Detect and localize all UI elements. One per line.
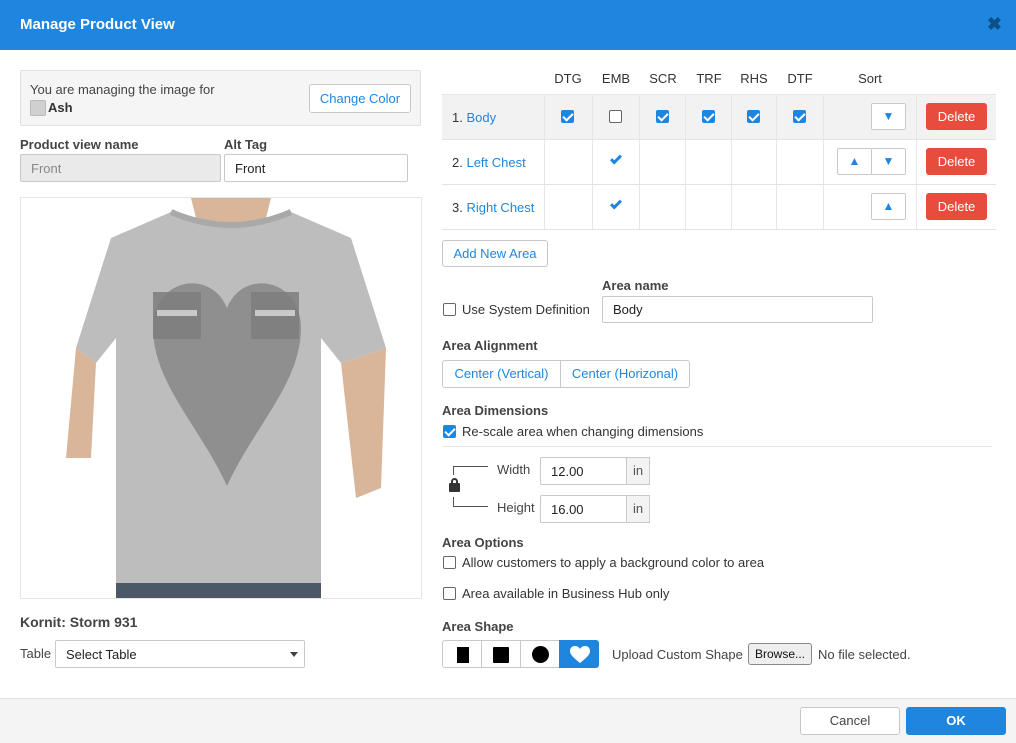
col-sort: Sort <box>858 71 882 86</box>
alt-tag-input[interactable]: Front <box>224 154 408 182</box>
product-image <box>20 197 422 599</box>
row-index: 1. <box>452 110 463 125</box>
chevron-down-icon <box>290 652 298 657</box>
row-index: 3. <box>452 200 463 215</box>
height-input[interactable]: 16.00 <box>540 495 627 523</box>
table-row[interactable]: 3. Right Chest <box>442 185 996 230</box>
upload-custom-shape-label: Upload Custom Shape <box>612 647 743 662</box>
column-separator <box>639 94 640 229</box>
delete-button[interactable]: Delete <box>926 148 987 175</box>
color-name: Ash <box>48 100 73 115</box>
width-label: Width <box>497 462 531 477</box>
column-separator <box>731 94 732 229</box>
alt-tag-label: Alt Tag <box>224 137 268 152</box>
rectangle-icon <box>457 647 469 663</box>
area-name-input[interactable]: Body <box>602 296 873 323</box>
area-name-link[interactable]: Right Chest <box>466 200 534 215</box>
business-hub-option-label: Area available in Business Hub only <box>462 586 670 601</box>
move-up-button[interactable]: ▲ <box>871 193 906 220</box>
shape-circle-button[interactable] <box>520 640 560 668</box>
col-rhs: RHS <box>740 71 768 86</box>
center-horizontal-button[interactable]: Center (Horizonal) <box>560 360 690 388</box>
dialog-header: Manage Product View ✖ <box>0 0 1016 50</box>
lock-bracket-top <box>453 466 488 475</box>
col-trf: TRF <box>696 71 722 86</box>
move-down-button[interactable]: ▼ <box>871 148 906 175</box>
column-separator <box>916 94 917 229</box>
shape-square-button[interactable] <box>481 640 521 668</box>
trf-checkbox[interactable] <box>702 110 715 123</box>
row-index: 2. <box>452 155 463 170</box>
dtf-checkbox[interactable] <box>793 110 806 123</box>
no-file-text: No file selected. <box>818 647 911 662</box>
width-input[interactable]: 12.00 <box>540 457 627 485</box>
table-row[interactable]: 1. Body <box>442 95 996 140</box>
column-separator <box>823 94 824 229</box>
shape-heart-button[interactable] <box>559 640 599 668</box>
move-up-button[interactable]: ▲ <box>837 148 872 175</box>
column-separator <box>544 94 545 229</box>
browse-button[interactable]: Browse... <box>748 643 812 665</box>
lock-icon[interactable] <box>449 478 460 492</box>
col-emb: EMB <box>601 71 631 86</box>
background-color-checkbox[interactable] <box>443 556 456 569</box>
col-dtf: DTF <box>787 71 813 86</box>
color-swatch <box>30 100 46 116</box>
rhs-checkbox[interactable] <box>747 110 760 123</box>
ok-button[interactable]: OK <box>906 707 1006 735</box>
cancel-button[interactable]: Cancel <box>800 707 900 735</box>
square-icon <box>493 647 509 663</box>
area-name-label: Area name <box>602 278 669 293</box>
rescale-checkbox[interactable] <box>443 425 456 438</box>
col-scr: SCR <box>649 71 677 86</box>
table-label: Table <box>20 646 52 661</box>
area-name-link[interactable]: Left Chest <box>466 155 525 170</box>
area-name-link[interactable]: Body <box>466 110 496 125</box>
managing-text: You are managing the image for <box>30 82 215 97</box>
area-alignment-label: Area Alignment <box>442 338 538 353</box>
table-select[interactable]: Select Table <box>55 640 305 668</box>
tshirt-image <box>21 198 421 598</box>
change-color-button[interactable]: Change Color <box>309 84 411 113</box>
height-unit: in <box>626 495 650 523</box>
rescale-label: Re-scale area when changing dimensions <box>462 424 704 439</box>
height-label: Height <box>497 500 535 515</box>
width-unit: in <box>626 457 650 485</box>
lock-bracket-bottom <box>453 497 488 507</box>
area-shape-label: Area Shape <box>442 619 514 634</box>
view-name-label: Product view name <box>20 137 139 152</box>
background-color-option-label: Allow customers to apply a background co… <box>462 555 765 570</box>
column-separator <box>776 94 777 229</box>
heart-icon <box>570 646 590 663</box>
business-hub-checkbox[interactable] <box>443 587 456 600</box>
dtg-checkbox[interactable] <box>561 110 574 123</box>
shape-rectangle-button[interactable] <box>442 640 482 668</box>
move-down-button[interactable]: ▼ <box>871 103 906 130</box>
col-dtg: DTG <box>554 71 582 86</box>
use-system-definition-checkbox[interactable] <box>443 303 456 316</box>
table-select-value: Select Table <box>66 646 137 662</box>
emb-checkbox[interactable] <box>609 110 622 123</box>
area-dimensions-label: Area Dimensions <box>442 403 549 418</box>
view-name-input[interactable]: Front <box>20 154 221 182</box>
scr-checkbox[interactable] <box>656 110 669 123</box>
divider <box>442 446 992 447</box>
close-icon[interactable]: ✖ <box>987 14 1002 35</box>
area-options-label: Area Options <box>442 535 524 550</box>
center-vertical-button[interactable]: Center (Vertical) <box>442 360 561 388</box>
delete-button[interactable]: Delete <box>926 103 987 130</box>
dialog-title: Manage Product View <box>20 16 175 33</box>
add-new-area-button[interactable]: Add New Area <box>442 240 548 267</box>
use-system-definition-label: Use System Definition <box>462 302 590 317</box>
circle-icon <box>532 646 549 663</box>
table-row[interactable]: 2. Left Chest <box>442 140 996 185</box>
delete-button[interactable]: Delete <box>926 193 987 220</box>
column-separator <box>685 94 686 229</box>
column-separator <box>592 94 593 229</box>
printer-name: Kornit: Storm 931 <box>20 614 138 630</box>
